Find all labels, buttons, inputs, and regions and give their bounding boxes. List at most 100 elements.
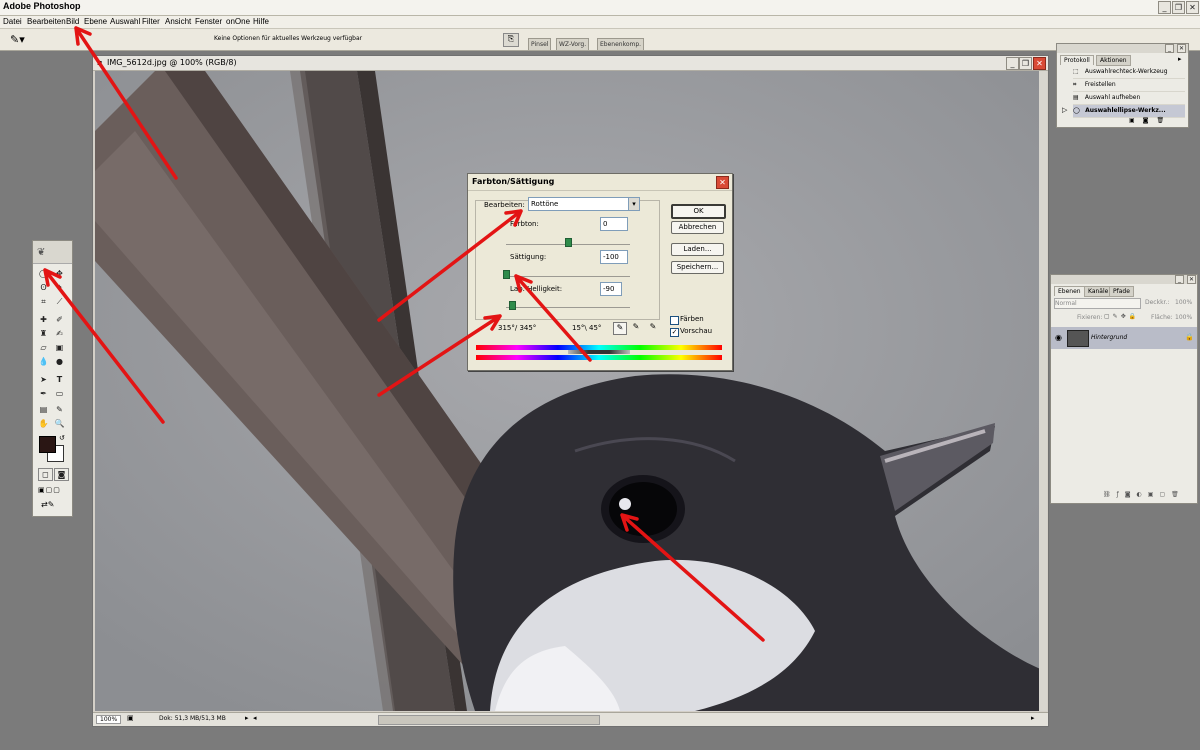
blur-icon[interactable]: 💧 (37, 356, 50, 367)
zoom-level[interactable]: 100% (96, 715, 122, 724)
fill-value[interactable]: 100% (1175, 314, 1192, 321)
dodge-icon[interactable]: ● (53, 356, 66, 367)
scroll-right-icon[interactable]: ▸ (1031, 714, 1035, 722)
eyedropper-tool-preset-icon[interactable]: ✎▾ (10, 33, 25, 46)
maximize-icon[interactable]: ❐ (1172, 1, 1185, 14)
healing-brush-icon[interactable]: ✚ (37, 314, 50, 325)
preview-checkbox[interactable]: ✓ (670, 328, 679, 337)
magic-wand-icon[interactable]: ✦ (53, 282, 66, 293)
panel-close-icon[interactable]: ✕ (1177, 44, 1186, 53)
status-menu-icon[interactable]: ▣ (127, 714, 134, 722)
imageready-icon[interactable]: ⇄✎ (41, 500, 65, 511)
hue-slider-thumb[interactable] (565, 238, 572, 247)
lightness-slider-thumb[interactable] (509, 301, 517, 310)
options-bar: ✎▾ Keine Optionen für aktuelles Werkzeug… (0, 29, 1200, 51)
notes-icon[interactable]: ▤ (37, 404, 50, 415)
hue-input[interactable]: 0 (600, 217, 628, 231)
screen-mode-icons[interactable]: ▣▢▢ (38, 486, 68, 496)
hue-range-selector[interactable] (568, 350, 630, 354)
eraser-icon[interactable]: ▱ (37, 342, 50, 353)
layer-row-background[interactable]: ◉ Hintergrund 🔒 (1051, 327, 1197, 349)
edit-channel-select[interactable]: Rottöne ▾ (528, 197, 640, 211)
menu-auswahl[interactable]: Auswahl (110, 17, 140, 26)
foreground-color-swatch[interactable] (39, 436, 56, 453)
path-selection-icon[interactable]: ➤ (37, 374, 50, 385)
doc-maximize-icon[interactable]: ❐ (1019, 57, 1032, 70)
panel-close-icon[interactable]: ✕ (1187, 275, 1196, 284)
tab-aktionen[interactable]: Aktionen (1096, 55, 1131, 66)
menu-filter[interactable]: Filter (142, 17, 160, 26)
load-button[interactable]: Laden... (671, 243, 724, 256)
eyedropper-icon[interactable]: ✎ (53, 404, 66, 415)
saturation-input[interactable]: -100 (600, 250, 628, 264)
doc-close-icon[interactable]: ✕ (1033, 57, 1046, 70)
tab-pinsel[interactable]: Pinsel (528, 38, 552, 50)
menu-ebene[interactable]: Ebene (84, 17, 107, 26)
swap-colors-icon[interactable]: ↺ (59, 434, 65, 442)
close-icon[interactable]: ✕ (1186, 1, 1199, 14)
scroll-left-icon[interactable]: ◂ (253, 714, 257, 722)
pen-icon[interactable]: ✒ (37, 388, 50, 399)
ok-button[interactable]: OK (671, 204, 726, 219)
tab-wz-vorg[interactable]: WZ-Vorg. (556, 38, 590, 50)
crop-icon[interactable]: ⌗ (37, 296, 50, 307)
chevron-down-icon[interactable]: ▾ (628, 198, 639, 210)
tab-pfade[interactable]: Pfade (1109, 286, 1134, 297)
hand-icon[interactable]: ✋ (37, 418, 50, 429)
save-button[interactable]: Speichern... (671, 261, 724, 274)
tab-protokoll[interactable]: Protokoll (1060, 55, 1094, 65)
menu-fenster[interactable]: Fenster (195, 17, 222, 26)
saturation-slider-thumb[interactable] (503, 270, 510, 279)
eye-icon[interactable]: ◉ (1055, 333, 1062, 342)
opacity-value[interactable]: 100% (1175, 299, 1192, 306)
move-tool-icon[interactable]: ✥ (53, 268, 66, 279)
eyedropper-minus-icon[interactable]: ✎ (647, 322, 659, 333)
type-tool-icon[interactable]: T (53, 374, 66, 385)
menu-bild[interactable]: Bild (66, 17, 79, 26)
shape-icon[interactable]: ▭ (53, 388, 66, 399)
history-brush-icon[interactable]: ✍ (53, 328, 66, 339)
lightness-slider[interactable] (506, 307, 630, 308)
horizontal-scrollbar[interactable] (378, 715, 600, 725)
layers-footer-icons[interactable]: ⛓ƒ◙◐▣▢🗑 (1103, 491, 1185, 498)
image-canvas[interactable] (95, 71, 1045, 711)
blend-mode-select[interactable]: Normal (1054, 298, 1141, 309)
dialog-close-icon[interactable]: ✕ (716, 176, 729, 189)
eyedropper-plus-icon[interactable]: ✎ (630, 322, 642, 333)
tab-ebenenkomp[interactable]: Ebenenkomp. (597, 38, 645, 50)
history-item[interactable]: ⌗ Freistellen (1073, 79, 1185, 92)
quick-mask-icon[interactable]: ◙ (54, 468, 69, 481)
cancel-button[interactable]: Abbrechen (671, 221, 724, 234)
zoom-icon[interactable]: 🔍 (53, 418, 66, 429)
lasso-icon[interactable]: ʘ (37, 282, 50, 293)
standard-mode-icon[interactable]: ◻ (38, 468, 53, 481)
brush-icon[interactable]: ✐ (53, 314, 66, 325)
colorize-checkbox[interactable] (670, 316, 679, 325)
vertical-scrollbar[interactable] (1039, 71, 1047, 711)
saturation-slider[interactable] (506, 276, 630, 277)
lock-icons[interactable]: ▢✎✥🔒 (1104, 313, 1139, 320)
doc-minimize-icon[interactable]: _ (1006, 57, 1019, 70)
gradient-icon[interactable]: ▣ (53, 342, 66, 353)
minimize-icon[interactable]: _ (1158, 1, 1171, 14)
clone-stamp-icon[interactable]: ♜ (37, 328, 50, 339)
menu-datei[interactable]: Datei (3, 17, 22, 26)
history-item[interactable]: ⬚ Auswahlrechteck-Werkzeug (1073, 66, 1185, 79)
history-item[interactable]: ▤ Auswahl aufheben (1073, 92, 1185, 105)
tab-ebenen[interactable]: Ebenen (1054, 286, 1085, 296)
panel-minimize-icon[interactable]: _ (1165, 44, 1174, 53)
lightness-input[interactable]: -90 (600, 282, 622, 296)
history-state-marker-icon[interactable]: ▷ (1062, 106, 1067, 114)
menu-bearbeiten[interactable]: Bearbeiten (27, 17, 66, 26)
eyedropper-icon[interactable]: ✎ (613, 322, 627, 335)
menu-ansicht[interactable]: Ansicht (165, 17, 191, 26)
panel-menu-icon[interactable]: ▸ (1178, 55, 1182, 63)
elliptical-marquee-icon[interactable]: ◯ (37, 268, 50, 279)
palette-well-icon[interactable]: ⎘ (503, 33, 519, 47)
menu-onone[interactable]: onOne (226, 17, 250, 26)
status-arrow-icon[interactable]: ▸ (245, 714, 249, 722)
slice-icon[interactable]: ⟋ (53, 296, 66, 307)
panel-minimize-icon[interactable]: _ (1175, 275, 1184, 284)
history-footer-icons[interactable]: ▣◙🗑 (1129, 117, 1172, 124)
menu-hilfe[interactable]: Hilfe (253, 17, 269, 26)
